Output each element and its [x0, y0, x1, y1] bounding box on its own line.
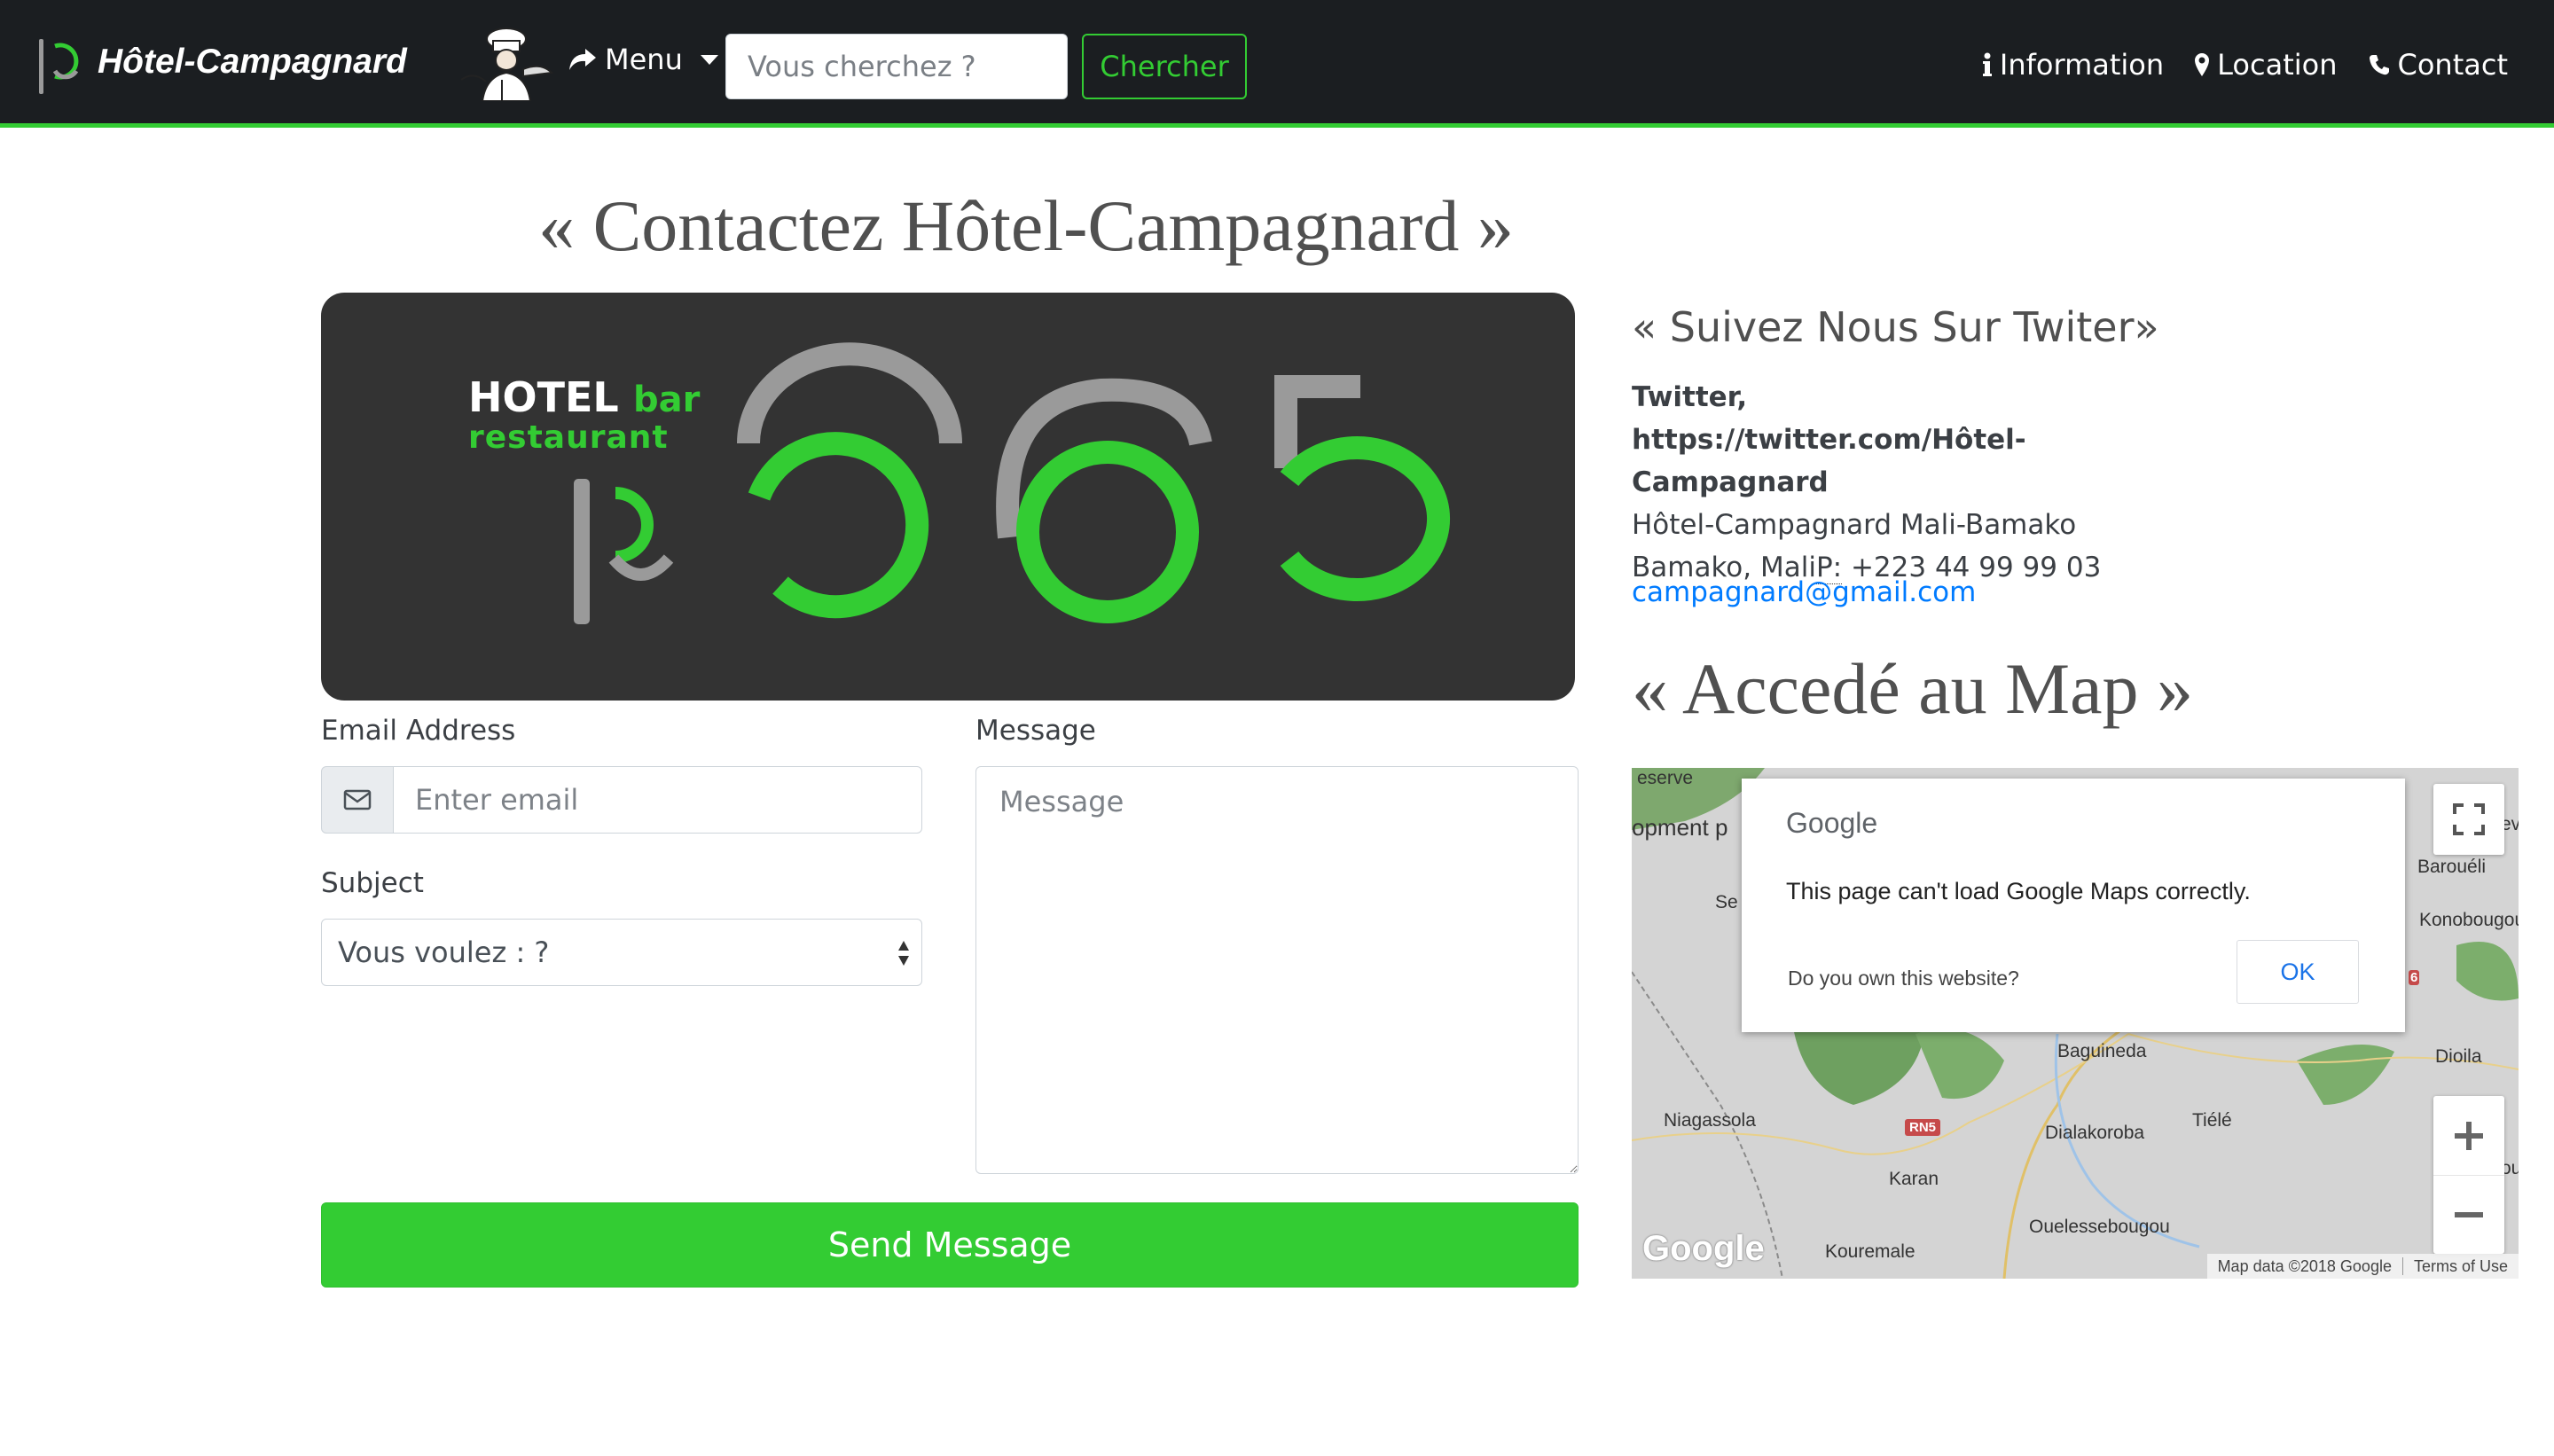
map-place-label: Konobougou — [2419, 910, 2519, 930]
subject-select[interactable]: Vous voulez : ? — [321, 919, 922, 986]
nav-link-label: Contact — [2397, 48, 2509, 82]
map-place-label: Dioila — [2435, 1046, 2482, 1067]
twitter-text: Twitter, https://twitter.com/Hôtel-Campa… — [1632, 381, 2026, 498]
chevron-down-icon — [700, 54, 718, 65]
send-message-button[interactable]: Send Message — [321, 1202, 1579, 1288]
map-place-label: Tiélé — [2192, 1110, 2232, 1131]
menu-dropdown-toggle[interactable]: Menu — [568, 43, 718, 76]
hero-line2: restaurant — [468, 419, 669, 456]
fullscreen-icon — [2453, 803, 2485, 835]
search-button[interactable]: Chercher — [1082, 34, 1247, 99]
subject-selected-value: Vous voulez : ? — [338, 935, 550, 969]
dialog-question[interactable]: Do you own this website? — [1788, 967, 2019, 990]
fullscreen-button[interactable] — [2433, 784, 2504, 855]
zoom-in-button[interactable] — [2433, 1097, 2504, 1176]
email-input-group — [321, 766, 922, 834]
map-title: « Accedé au Map » — [1632, 648, 2193, 729]
brand-name[interactable]: Hôtel-Campagnard — [98, 43, 407, 82]
plus-icon — [2455, 1121, 2483, 1150]
nav-link-information[interactable]: Information — [1982, 48, 2164, 82]
map-place-label: Se — [1715, 892, 1738, 912]
zoom-controls — [2433, 1096, 2504, 1254]
banner-logo-bar — [574, 479, 590, 624]
top-navbar: Hôtel-Campagnard Menu Chercher Informati… — [0, 0, 2554, 128]
map-place-label: Baguineda — [2057, 1041, 2147, 1061]
menu-label: Menu — [605, 43, 683, 76]
minus-icon — [2455, 1211, 2483, 1217]
map-attribution: Map data ©2018 Google — [2217, 1256, 2392, 1275]
select-arrows-icon — [898, 941, 909, 966]
nav-link-location[interactable]: Location — [2194, 48, 2338, 82]
map-place-label: Kouremale — [1825, 1241, 1916, 1262]
info-icon — [1982, 52, 1992, 76]
message-label: Message — [975, 715, 1096, 747]
map-place-label: eserve — [1637, 768, 1694, 788]
email-field[interactable] — [394, 766, 922, 834]
email-addon — [321, 766, 394, 834]
phone-icon — [2369, 55, 2389, 75]
search-input[interactable] — [725, 34, 1068, 99]
share-arrow-icon — [569, 49, 596, 70]
hotel-365-logo: HOTEL bar restaurant — [468, 342, 1450, 624]
dialog-ok-button[interactable]: OK — [2237, 940, 2359, 1004]
message-textarea[interactable] — [975, 766, 1579, 1174]
email-label: Email Address — [321, 715, 516, 747]
address-line1: Hôtel-Campagnard Mali-Bamako — [1632, 509, 2077, 541]
contact-email-link[interactable]: campagnard@gmail.com — [1632, 576, 1976, 608]
road-badge: 6 — [2409, 970, 2420, 985]
road-badge: RN5 — [1905, 1119, 1941, 1136]
map-attribution-bar: Map data ©2018 Google Terms of Use — [2206, 1254, 2519, 1279]
hotel-banner: HOTEL bar restaurant — [321, 293, 1575, 701]
page-title: « Contactez Hôtel-Campagnard » — [538, 185, 1514, 266]
map-place-label: opment p — [1632, 814, 1728, 841]
map-error-dialog: Google This page can't load Google Maps … — [1742, 779, 2405, 1032]
map-terms-link[interactable]: Terms of Use — [2403, 1257, 2519, 1276]
brand-logo-icon[interactable] — [37, 35, 83, 98]
envelope-icon — [343, 789, 372, 810]
chef-mascot-icon — [460, 27, 554, 101]
map-place-label: Dialakoroba — [2045, 1123, 2145, 1143]
contact-address: Twitter, https://twitter.com/Hôtel-Campa… — [1632, 376, 2128, 589]
google-map[interactable]: eserve opment p Se Barouéli Konobougou e… — [1632, 768, 2519, 1279]
nav-link-label: Information — [1999, 48, 2165, 82]
map-google-logo: Google — [1642, 1229, 1765, 1268]
map-marker-icon — [2195, 53, 2210, 76]
nav-links: Information Location Contact — [1982, 48, 2508, 82]
dialog-message: This page can't load Google Maps correct… — [1786, 878, 2251, 904]
map-place-label: Niagassola — [1664, 1110, 1756, 1131]
subject-label: Subject — [321, 867, 424, 899]
hero-line1-accent: bar — [633, 380, 701, 420]
nav-link-label: Location — [2217, 48, 2338, 82]
dialog-google-logo: Google — [1786, 807, 1878, 839]
twitter-heading: « Suivez Nous Sur Twiter» — [1632, 303, 2159, 351]
map-place-label: Barouéli — [2417, 857, 2487, 877]
nav-link-contact[interactable]: Contact — [2368, 48, 2509, 82]
map-place-label: Ouelessebougou — [2029, 1217, 2170, 1237]
map-place-label: Karan — [1889, 1169, 1939, 1189]
hero-line1: HOTEL — [468, 373, 619, 421]
zoom-out-button[interactable] — [2433, 1176, 2504, 1254]
